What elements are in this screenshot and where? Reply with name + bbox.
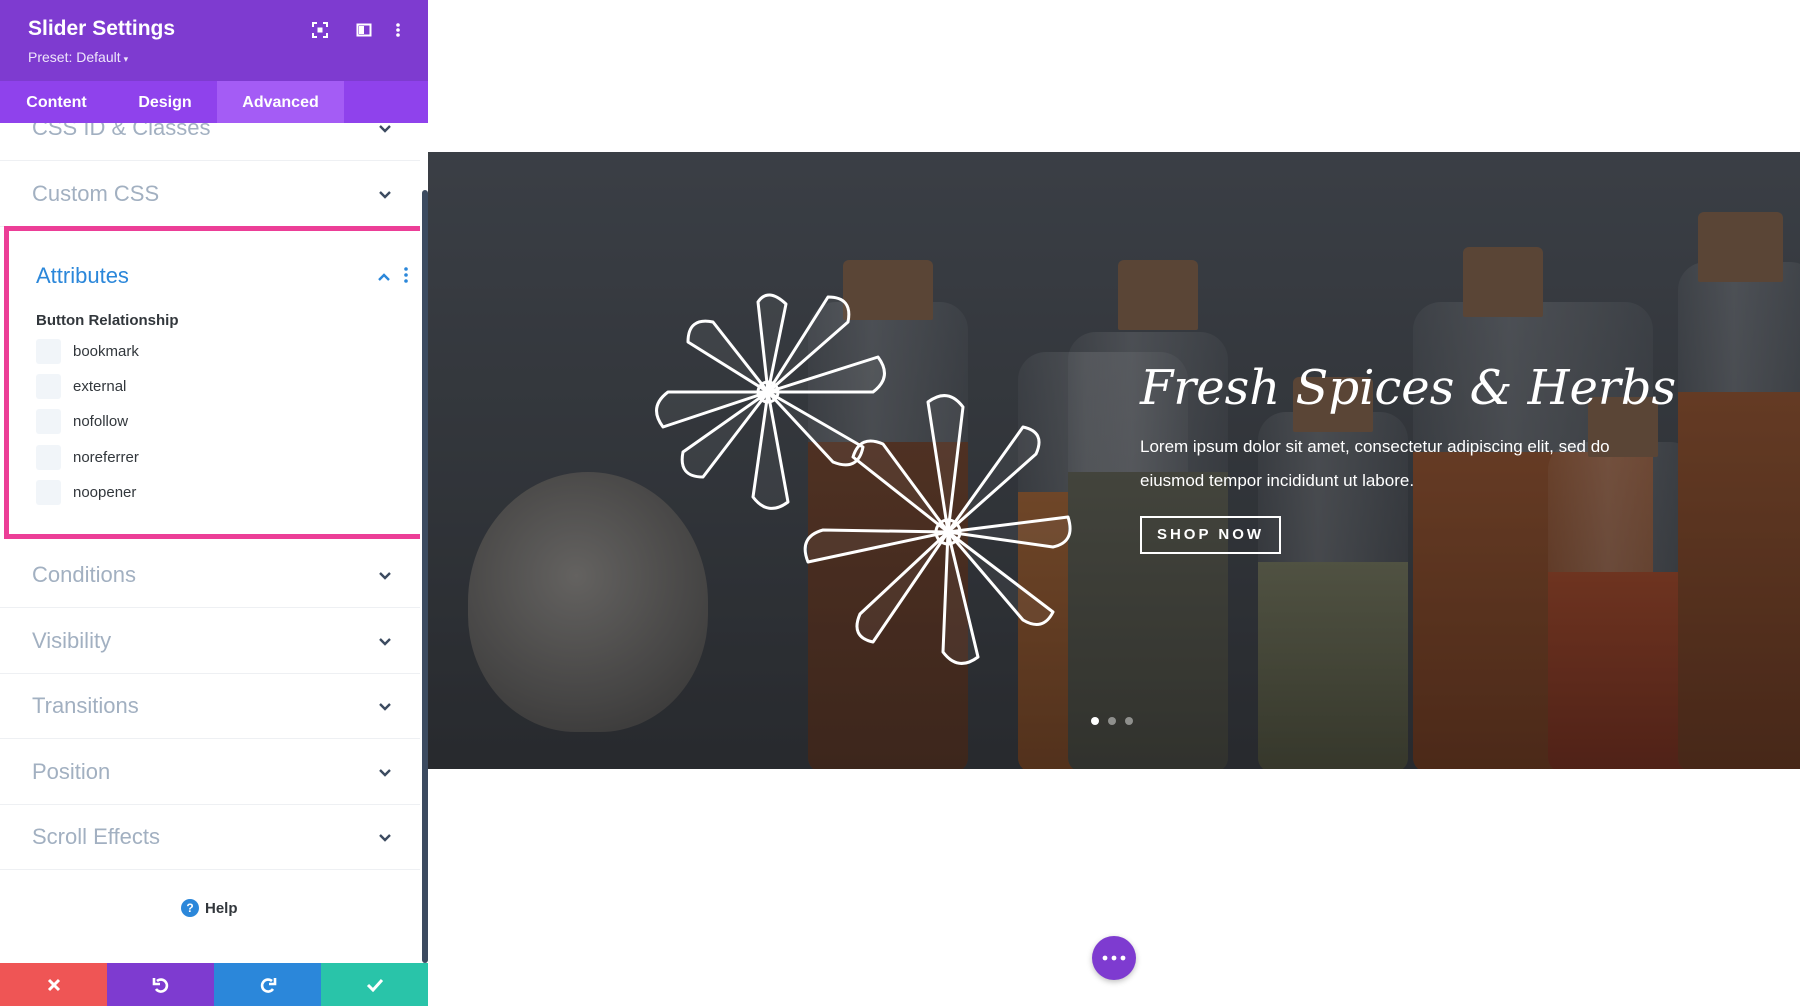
tab-advanced[interactable]: Advanced [217, 81, 344, 123]
star-anise-illustration [655, 293, 1072, 665]
undo-button[interactable] [107, 963, 214, 1006]
section-label[interactable]: Attributes [36, 263, 129, 289]
caret-down-icon: ▾ [123, 54, 129, 64]
slide-title: Fresh Spices & Herbs [1140, 360, 1677, 416]
section-position[interactable]: Position [0, 739, 420, 805]
checkbox-label: noreferrer [73, 449, 139, 466]
panel-body: CSS ID & Classes Custom CSS Attributes B… [0, 123, 420, 963]
save-button[interactable] [321, 963, 428, 1006]
close-icon [47, 978, 60, 991]
tab-design[interactable]: Design [113, 81, 217, 123]
focus-icon[interactable] [308, 18, 332, 42]
button-relationship-label: Button Relationship [36, 312, 179, 329]
chevron-down-icon [379, 702, 391, 711]
tab-content[interactable]: Content [0, 81, 113, 123]
checkbox-label: bookmark [73, 343, 139, 360]
chevron-up-icon[interactable] [377, 271, 391, 283]
check-icon [366, 978, 383, 992]
panel-header: Slider Settings Preset: Default ▾ [0, 0, 428, 81]
checkbox[interactable] [36, 445, 61, 470]
checkbox[interactable] [36, 374, 61, 399]
more-horizontal-icon [1102, 955, 1126, 961]
checkbox-label: noopener [73, 484, 137, 501]
slide-description: Lorem ipsum dolor sit amet, consectetur … [1140, 437, 1610, 490]
tab-bar: Content Design Advanced [0, 81, 428, 123]
redo-button[interactable] [214, 963, 321, 1006]
undo-icon [152, 977, 168, 993]
section-transitions[interactable]: Transitions [0, 673, 420, 739]
checkbox[interactable] [36, 339, 61, 364]
chevron-down-icon [379, 833, 391, 842]
checkbox[interactable] [36, 480, 61, 505]
section-visibility[interactable]: Visibility [0, 608, 420, 674]
section-label: Conditions [32, 561, 136, 587]
redo-icon [260, 977, 276, 993]
section-label: CSS ID & Classes [32, 123, 211, 140]
panel-footer [0, 963, 428, 1006]
slider-dot-3[interactable] [1125, 717, 1133, 725]
preset-label: Preset: Default [28, 49, 121, 65]
chevron-down-icon [379, 124, 391, 133]
help-label: Help [205, 899, 238, 917]
chevron-down-icon [379, 571, 391, 580]
checkbox-label: nofollow [73, 413, 129, 430]
chevron-down-icon [379, 768, 391, 777]
help-link[interactable]: ? Help [181, 897, 238, 919]
slider-dot-2[interactable] [1108, 717, 1116, 725]
more-options-icon[interactable] [386, 18, 410, 42]
chevron-down-icon [379, 637, 391, 646]
settings-panel: Slider Settings Preset: Default ▾ Content… [0, 0, 428, 1006]
slider-pagination [1091, 717, 1133, 727]
section-label: Visibility [32, 627, 112, 653]
chevron-down-icon [379, 190, 391, 199]
split-view-icon[interactable] [352, 18, 376, 42]
panel-title: Slider Settings [28, 17, 176, 40]
section-attributes: Attributes Button Relationship bookmark … [4, 226, 420, 539]
page-settings-button[interactable] [1092, 936, 1136, 980]
section-label: Scroll Effects [32, 823, 160, 849]
preset-selector[interactable]: Preset: Default ▾ [28, 49, 128, 65]
more-options-icon[interactable] [403, 265, 409, 285]
checkbox-label: external [73, 378, 127, 395]
slider-dot-1[interactable] [1091, 717, 1099, 725]
section-label: Transitions [32, 692, 139, 718]
section-css-id-classes[interactable]: CSS ID & Classes [0, 123, 420, 161]
help-icon: ? [181, 899, 199, 917]
section-custom-css[interactable]: Custom CSS [0, 161, 420, 227]
section-scroll-effects[interactable]: Scroll Effects [0, 804, 420, 870]
section-label: Position [32, 758, 111, 784]
section-label: Custom CSS [32, 180, 160, 206]
shop-now-button[interactable]: SHOP NOW [1140, 516, 1281, 554]
checkbox[interactable] [36, 409, 61, 434]
discard-button[interactable] [0, 963, 107, 1006]
section-conditions[interactable]: Conditions [0, 542, 420, 608]
